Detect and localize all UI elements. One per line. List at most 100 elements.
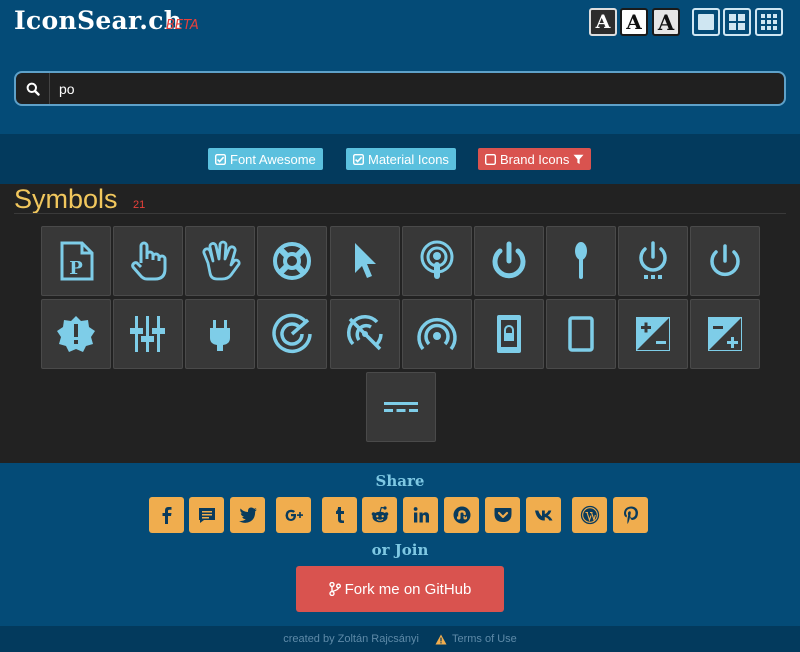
stumbleupon-icon [453, 506, 470, 524]
top-navbar: IconSear.ch BETA A A A [0, 0, 800, 44]
layout-grid-button[interactable] [755, 8, 783, 36]
mouse-pointer-icon [355, 243, 376, 278]
font-small-label: A [595, 11, 611, 33]
icon-tile[interactable] [113, 299, 183, 369]
power-icon [710, 244, 740, 277]
power-off-icon [492, 241, 526, 279]
terms-of-use-link[interactable]: Terms of Use [452, 633, 517, 645]
share-pinterest-button[interactable] [613, 497, 648, 533]
fork-label: Fork me on GitHub [344, 580, 472, 598]
icon-tile[interactable] [690, 299, 760, 369]
share-google-plus-button[interactable] [276, 497, 311, 533]
power-input-icon [384, 402, 418, 412]
phonelink-lock-icon [497, 315, 521, 353]
exposure-icon [636, 317, 670, 351]
icon-tile[interactable] [330, 299, 400, 369]
icon-tile[interactable] [402, 299, 472, 369]
font-size-large-button[interactable]: A [652, 8, 680, 36]
tablet-icon [568, 316, 594, 352]
icon-tile[interactable] [618, 299, 688, 369]
icon-tile[interactable] [185, 226, 255, 296]
checkbox-checked-icon [215, 153, 226, 165]
share-linkedin-button[interactable] [403, 497, 438, 533]
portable-wifi-off-icon [346, 314, 383, 351]
warning-icon [435, 634, 447, 644]
font-medium-label: A [626, 10, 642, 34]
icon-tile[interactable] [402, 226, 472, 296]
filter-bar: Font Awesome Material Icons Brand Icons [0, 134, 800, 184]
checkbox-unchecked-icon [485, 153, 496, 165]
icon-tile[interactable] [474, 226, 544, 296]
grid-layout-icon [761, 14, 777, 30]
icon-tile[interactable] [546, 226, 616, 296]
icon-tile[interactable] [257, 226, 327, 296]
new-releases-icon [57, 316, 95, 352]
icon-tile[interactable] [546, 299, 616, 369]
comment-icon [198, 508, 215, 523]
section-title: Symbols [14, 184, 118, 214]
tune-sliders-icon [130, 316, 165, 352]
linkedin-icon [413, 507, 429, 523]
parking-file-icon: P [60, 241, 94, 281]
share-vk-button[interactable] [526, 497, 561, 533]
filter-material-icons[interactable]: Material Icons [346, 148, 456, 170]
icon-tile[interactable] [618, 226, 688, 296]
facebook-icon [162, 507, 171, 524]
track-changes-icon [272, 313, 312, 354]
icon-tile[interactable] [690, 226, 760, 296]
icon-tile[interactable] [257, 299, 327, 369]
reddit-icon [371, 506, 388, 523]
icon-tile[interactable] [330, 226, 400, 296]
author-credit-link[interactable]: created by Zoltán Rajcsányi [283, 633, 419, 645]
section-divider [14, 213, 786, 214]
beta-label: BETA [166, 18, 199, 33]
icon-tile[interactable] [185, 299, 255, 369]
wordpress-icon [580, 505, 599, 525]
join-heading: or Join [371, 541, 429, 559]
filter-font-awesome[interactable]: Font Awesome [208, 148, 323, 170]
font-large-label: A [657, 9, 675, 35]
vk-icon [534, 510, 552, 521]
twitter-icon [238, 507, 257, 523]
icon-tile[interactable]: P [41, 226, 111, 296]
share-stumbleupon-button[interactable] [444, 497, 479, 533]
icon-tile[interactable] [366, 372, 436, 442]
pinterest-icon [623, 506, 638, 524]
share-facebook-button[interactable] [149, 497, 184, 533]
share-twitter-button[interactable] [230, 497, 265, 533]
bottom-bar: created by Zoltán Rajcsányi Terms of Use [0, 626, 800, 652]
tumblr-icon [335, 507, 344, 523]
life-ring-icon [273, 242, 311, 280]
search-icon [26, 82, 40, 96]
filter-brand-icons[interactable]: Brand Icons [478, 148, 592, 170]
icon-tile[interactable] [113, 226, 183, 296]
pocket-icon [494, 508, 511, 522]
search-input[interactable] [50, 80, 784, 97]
share-wordpress-button[interactable] [572, 497, 607, 533]
share-pocket-button[interactable] [485, 497, 520, 533]
checkbox-checked-icon [353, 153, 364, 165]
icon-tile[interactable] [41, 299, 111, 369]
font-size-small-button[interactable]: A [589, 8, 617, 36]
share-reddit-button[interactable] [362, 497, 397, 533]
power-plug-icon [210, 320, 230, 351]
font-size-medium-button[interactable]: A [620, 8, 648, 36]
layout-single-button[interactable] [692, 8, 720, 36]
share-comment-button[interactable] [189, 497, 224, 533]
filter-label: Font Awesome [230, 151, 316, 167]
icon-tile[interactable] [474, 299, 544, 369]
wifi-tethering-icon [417, 318, 457, 351]
exposure-plus-icon [708, 317, 742, 351]
spoon-icon [575, 242, 587, 279]
google-plus-icon [285, 509, 303, 521]
share-heading: Share [375, 472, 425, 490]
hand-pointer-icon [131, 241, 167, 281]
share-tumblr-button[interactable] [322, 497, 357, 533]
site-logo[interactable]: IconSear.ch [14, 6, 182, 35]
fork-github-button[interactable]: Fork me on GitHub [296, 566, 504, 612]
filter-funnel-icon [573, 154, 584, 164]
quad-layout-icon [729, 14, 745, 30]
layout-quad-button[interactable] [723, 8, 751, 36]
filter-label: Brand Icons [500, 151, 570, 167]
search-section [0, 44, 800, 134]
